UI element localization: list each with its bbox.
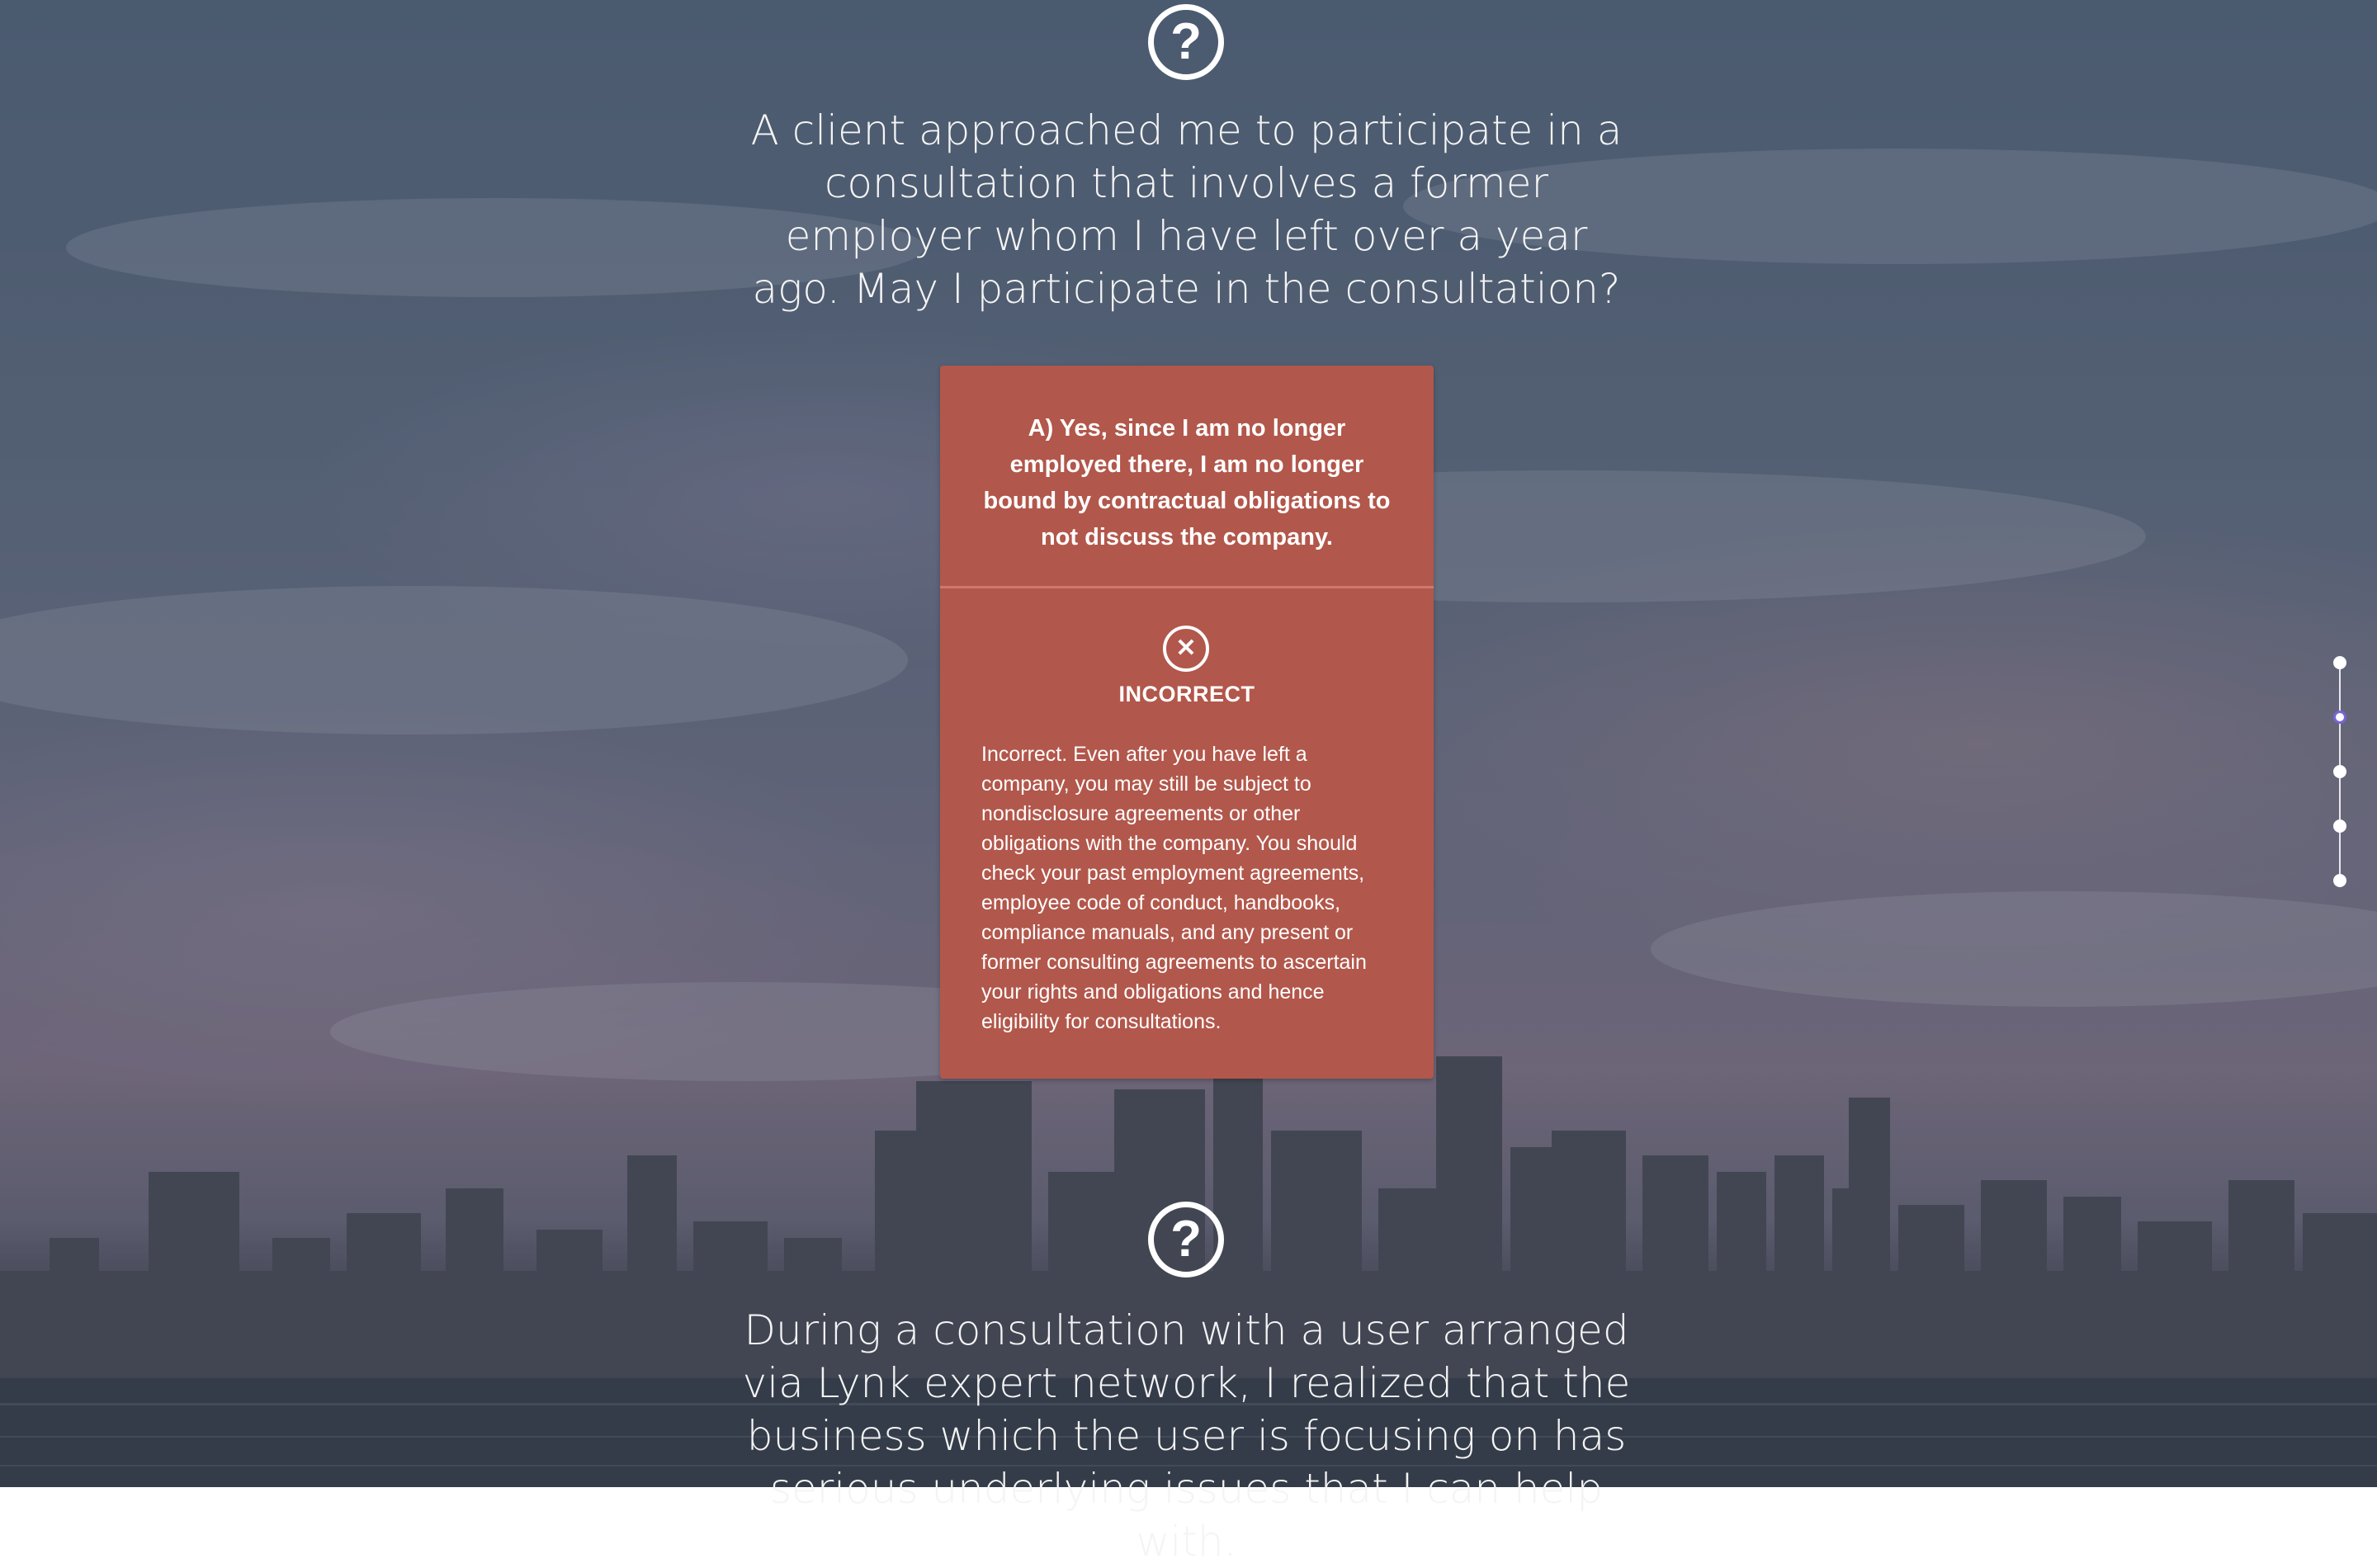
nav-dot-step-2[interactable] [2333, 711, 2346, 724]
nav-dot-step-3[interactable] [2333, 765, 2346, 778]
question-glyph: ? [1170, 1211, 1202, 1268]
question-circle-icon: ? [1148, 4, 1224, 80]
answer-card: A) Yes, since I am no longer employed th… [940, 366, 1434, 1079]
nav-dot-step-5[interactable] [2333, 874, 2346, 887]
question-text-2: During a consultation with a user arrang… [742, 1306, 1631, 1566]
x-circle-icon: ✕ [1163, 626, 1209, 672]
card-divider [940, 586, 1434, 588]
question-circle-icon: ? [1148, 1202, 1224, 1278]
nav-dot-step-1[interactable] [2333, 656, 2346, 669]
x-glyph: ✕ [1175, 635, 1197, 662]
explanation-text: Incorrect. Even after you have left a co… [981, 743, 1367, 1033]
result-label: INCORRECT [1118, 682, 1255, 706]
question-text-1: A client approached me to participate in… [750, 106, 1623, 313]
question-glyph: ? [1170, 13, 1202, 70]
nav-dot-step-4[interactable] [2333, 819, 2346, 833]
selected-answer-option[interactable]: A) Yes, since I am no longer employed th… [973, 410, 1401, 555]
